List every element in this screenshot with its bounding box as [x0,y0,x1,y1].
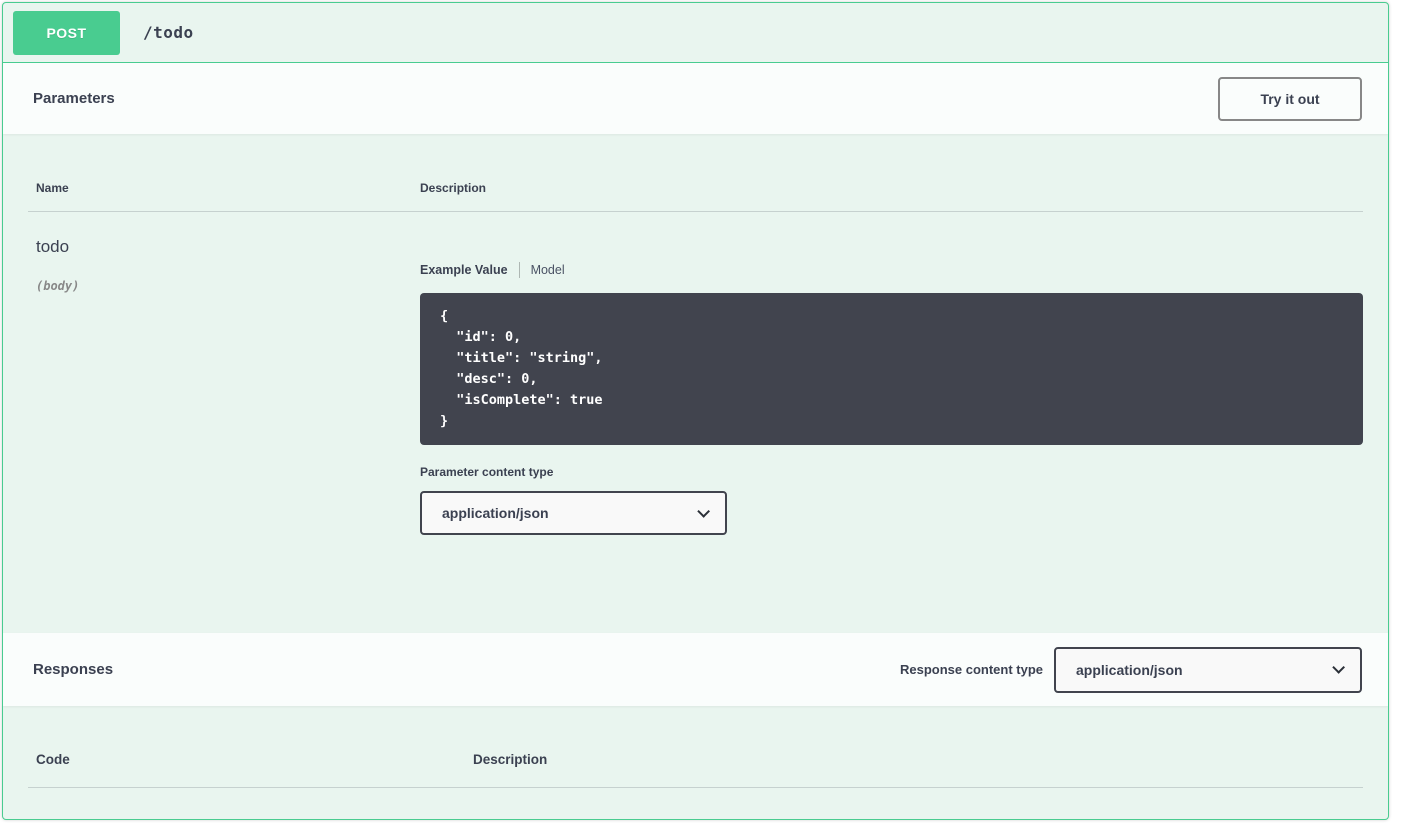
column-header-response-description: Description [473,752,1363,767]
parameters-title: Parameters [33,90,115,107]
parameters-table: Name Description todo (body) Example Val… [3,134,1388,633]
parameters-table-header: Name Description [28,134,1363,212]
tab-model[interactable]: Model [531,263,565,277]
column-header-description: Description [420,181,1363,195]
example-value-code[interactable]: { "id": 0, "title": "string", "desc": 0,… [420,293,1363,445]
parameter-name: todo [36,237,420,257]
response-content-type-select[interactable]: application/json [1054,647,1362,693]
tab-example-value[interactable]: Example Value [420,263,508,277]
responses-section-header: Responses Response content type applicat… [3,633,1388,706]
parameter-content-type-value: application/json [442,505,549,521]
operation-summary[interactable]: POST /todo [3,3,1388,63]
column-header-name: Name [28,181,420,195]
method-badge: POST [13,11,120,55]
response-content-type-group: Response content type application/json [900,647,1362,693]
try-it-out-button[interactable]: Try it out [1218,77,1362,121]
parameter-content-type-select[interactable]: application/json [420,491,727,535]
chevron-down-icon [1332,661,1345,674]
model-example-tabs: Example Value Model [420,262,1363,278]
response-content-type-value: application/json [1076,662,1183,678]
responses-table-header: Code Description [28,706,1363,788]
tab-separator [519,262,520,278]
parameters-section-header: Parameters Try it out [3,63,1388,134]
parameter-location: (body) [36,279,420,293]
chevron-down-icon [697,505,710,518]
parameter-name-cell: todo (body) [28,212,420,633]
opblock-post-todo: POST /todo Parameters Try it out Name De… [2,2,1389,820]
column-header-code: Code [28,752,473,767]
responses-title: Responses [33,661,113,678]
parameter-content-type-label: Parameter content type [420,465,1363,479]
parameter-row-todo: todo (body) Example Value Model { "id": … [28,212,1363,633]
response-content-type-label: Response content type [900,662,1043,677]
responses-table: Code Description [3,706,1388,788]
endpoint-path: /todo [143,23,194,42]
parameter-description-cell: Example Value Model { "id": 0, "title": … [420,212,1363,633]
